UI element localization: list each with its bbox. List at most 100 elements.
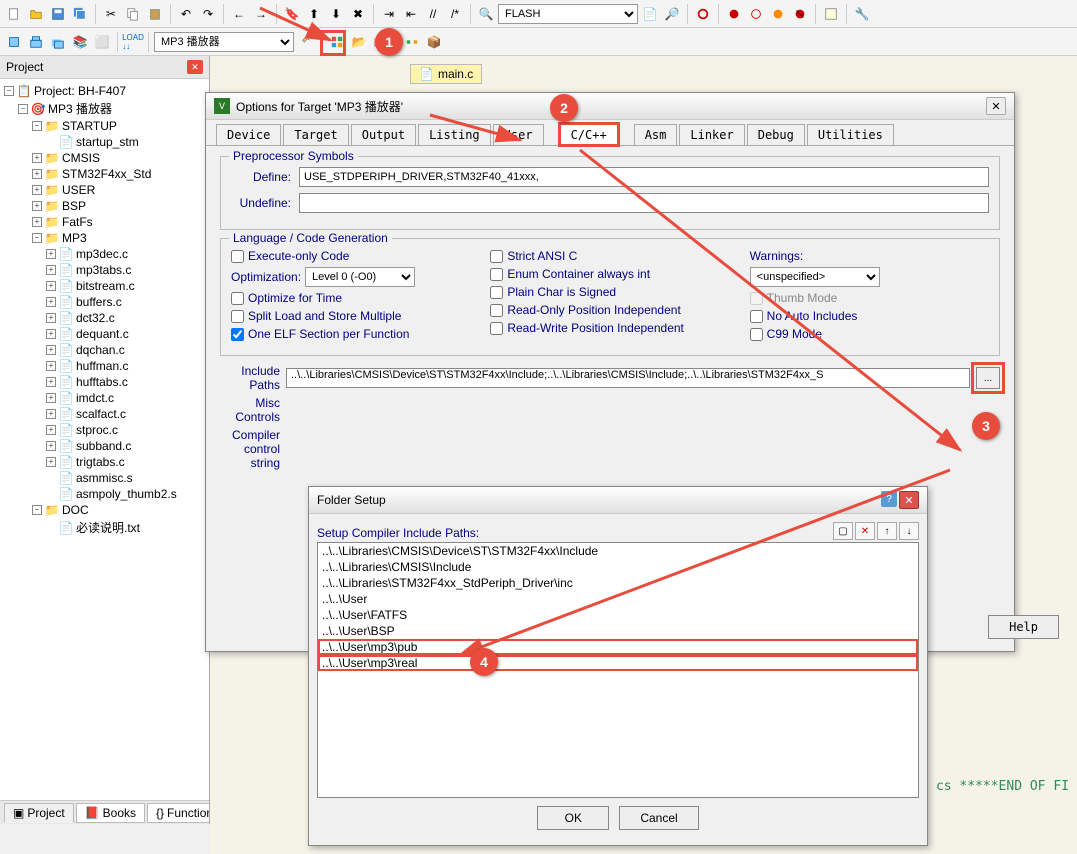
find-next-icon[interactable]: 🔎 [662,4,682,24]
bookmark-prev-icon[interactable]: ⬆ [304,4,324,24]
expand-icon[interactable]: + [46,313,56,323]
expand-icon[interactable]: + [32,217,42,227]
options-tab-asm[interactable]: Asm [634,124,678,145]
help-button[interactable]: Help [988,615,1059,639]
file-ext-icon[interactable]: 📂 [349,32,369,52]
tree-file[interactable]: + 📄 scalfact.c [0,406,209,422]
breakpoint-kill-icon[interactable] [768,4,788,24]
indent-icon[interactable]: ⇥ [379,4,399,24]
expand-icon[interactable]: + [46,425,56,435]
undefine-input[interactable] [299,193,989,213]
tree-file[interactable]: + 📄 dct32.c [0,310,209,326]
outdent-icon[interactable]: ⇤ [401,4,421,24]
include-paths-browse-button[interactable]: ... [976,367,1000,389]
new-path-icon[interactable]: ▢ [833,522,853,540]
undo-icon[interactable]: ↶ [176,4,196,24]
rw-pi-checkbox[interactable] [490,322,503,335]
download-icon[interactable]: LOAD↓↓ [123,32,143,52]
expand-icon[interactable]: + [46,377,56,387]
tree-file[interactable]: + 📄 mp3tabs.c [0,262,209,278]
tree-group[interactable]: − 📁 STARTUP [0,118,209,134]
tree-group[interactable]: − 📁 MP3 [0,230,209,246]
expand-icon[interactable]: + [46,281,56,291]
tree-file[interactable]: 📄 asmpoly_thumb2.s [0,486,209,502]
target-combo[interactable]: MP3 播放器 [154,32,294,52]
expand-icon[interactable]: + [46,457,56,467]
folder-list-item[interactable]: ..\..\User [318,591,918,607]
tree-file[interactable]: + 📄 dequant.c [0,326,209,342]
folder-list-item[interactable]: ..\..\Libraries\CMSIS\Include [318,559,918,575]
strict-ansi-checkbox[interactable] [490,250,503,263]
redo-icon[interactable]: ↷ [198,4,218,24]
split-load-checkbox[interactable] [231,310,244,323]
tree-group[interactable]: + 📁 BSP [0,198,209,214]
folder-list-item[interactable]: ..\..\User\FATFS [318,607,918,623]
expand-icon[interactable]: + [32,169,42,179]
folder-list-item[interactable]: ..\..\Libraries\STM32F4xx_StdPeriph_Driv… [318,575,918,591]
expand-icon[interactable]: + [46,393,56,403]
paste-icon[interactable] [145,4,165,24]
save-all-icon[interactable] [70,4,90,24]
tree-file[interactable]: + 📄 buffers.c [0,294,209,310]
tree-group[interactable]: + 📁 USER [0,182,209,198]
expand-icon[interactable]: + [46,297,56,307]
pack-icon[interactable]: 📦 [424,32,444,52]
options-tab-listing[interactable]: Listing [418,124,491,145]
build-icon[interactable] [26,32,46,52]
expand-icon[interactable]: + [32,185,42,195]
target-options-icon[interactable] [296,32,316,52]
tree-group[interactable]: + 📁 CMSIS [0,150,209,166]
opt-time-checkbox[interactable] [231,292,244,305]
copy-icon[interactable] [123,4,143,24]
breakpoint-all-icon[interactable] [790,4,810,24]
tab-functions[interactable]: {}Functions [147,803,210,823]
tree-group[interactable]: − 📁 DOC [0,502,209,518]
tree-file[interactable]: + 📄 huffman.c [0,358,209,374]
tree-file[interactable]: 📄 必读说明.txt [0,518,209,537]
tree-file[interactable]: + 📄 subband.c [0,438,209,454]
find-in-files-icon[interactable]: 📄 [640,4,660,24]
include-paths-input[interactable]: ..\..\Libraries\CMSIS\Device\ST\STM32F4x… [286,368,970,388]
tab-project[interactable]: ▣Project [4,803,74,823]
plain-char-checkbox[interactable] [490,286,503,299]
expand-icon[interactable]: + [32,153,42,163]
tree-file[interactable]: + 📄 hufftabs.c [0,374,209,390]
breakpoint-icon[interactable] [724,4,744,24]
collapse-icon[interactable]: − [4,86,14,96]
move-up-icon[interactable]: ↑ [877,522,897,540]
save-icon[interactable] [48,4,68,24]
find-combo[interactable]: FLASH [498,4,638,24]
find-icon[interactable]: 🔍 [476,4,496,24]
expand-icon[interactable]: + [46,361,56,371]
folder-list-item[interactable]: ..\..\User\BSP [318,623,918,639]
debug-icon[interactable] [693,4,713,24]
configure-icon[interactable]: 🔧 [852,4,872,24]
comment-icon[interactable]: // [423,4,443,24]
back-icon[interactable]: ← [229,4,249,24]
collapse-icon[interactable]: − [18,104,28,114]
folder-list-item[interactable]: ..\..\User\mp3\pub [318,639,918,655]
expand-icon[interactable]: + [46,249,56,259]
options-tab-output[interactable]: Output [351,124,416,145]
optimization-select[interactable]: Level 0 (-O0) [305,267,415,287]
tree-target[interactable]: − 🎯 MP3 播放器 [0,99,209,118]
translate-icon[interactable] [4,32,24,52]
stop-build-icon[interactable]: ⬜ [92,32,112,52]
options-tab-cc[interactable]: C/C++ [560,124,618,145]
expand-icon[interactable]: + [46,265,56,275]
delete-path-icon[interactable]: ✕ [855,522,875,540]
warnings-select[interactable]: <unspecified> [750,267,880,287]
cut-icon[interactable]: ✂ [101,4,121,24]
tree-file[interactable]: + 📄 bitstream.c [0,278,209,294]
no-auto-checkbox[interactable] [750,310,763,323]
rebuild-icon[interactable] [48,32,68,52]
enum-int-checkbox[interactable] [490,268,503,281]
window-icon[interactable] [821,4,841,24]
help-icon[interactable]: ? [881,491,897,507]
ok-button[interactable]: OK [537,806,609,830]
folder-list-item[interactable]: ..\..\User\mp3\real [318,655,918,671]
collapse-icon[interactable]: − [32,121,42,131]
folder-list[interactable]: ..\..\Libraries\CMSIS\Device\ST\STM32F4x… [317,542,919,798]
tree-file[interactable]: + 📄 trigtabs.c [0,454,209,470]
tree-file[interactable]: 📄 asmmisc.s [0,470,209,486]
